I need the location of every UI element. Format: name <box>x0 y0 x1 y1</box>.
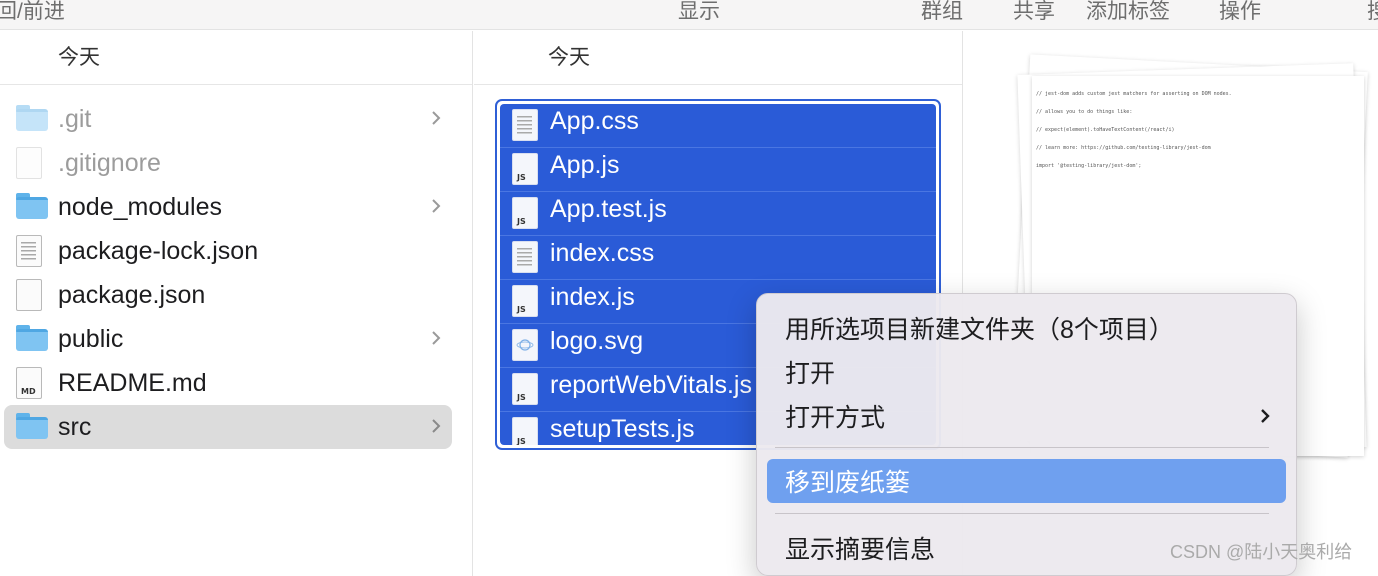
item-name: App.test.js <box>550 195 667 223</box>
list-item-gitignore[interactable]: .gitignore <box>4 141 452 185</box>
share-button[interactable]: 共享 <box>1013 0 1055 24</box>
file-icon <box>16 147 42 179</box>
display-button[interactable]: 显示 <box>678 0 720 24</box>
item-name: .gitignore <box>58 148 161 177</box>
chevron-right-icon <box>432 111 441 125</box>
preview-code: // jest-dom adds custom jest matchers fo… <box>1036 79 1232 181</box>
menu-item-label: 打开方式 <box>785 404 886 432</box>
menu-item-label: 显示摘要信息 <box>785 536 936 564</box>
menu-item-label: 用所选项目新建文件夹（8个项目） <box>785 316 1174 344</box>
list-item-git[interactable]: .git <box>4 97 452 141</box>
column-header-label: 今天 <box>548 46 590 69</box>
list-item-app-css[interactable]: App.css <box>500 104 936 148</box>
item-name: App.css <box>550 107 639 135</box>
js-file-icon: JS <box>512 417 538 445</box>
menu-item-open-with[interactable]: 打开方式 <box>767 394 1286 438</box>
item-name: public <box>58 324 124 353</box>
list-item-app-js[interactable]: JS App.js <box>500 148 936 192</box>
menu-item-move-to-trash[interactable]: 移到废纸篓 <box>767 459 1286 503</box>
search-button[interactable]: 搜 <box>1367 0 1378 24</box>
item-name: .git <box>58 104 92 133</box>
context-menu: 用所选项目新建文件夹（8个项目） 打开 打开方式 移到废纸篓 显示摘要信息 <box>756 293 1297 576</box>
column-header: 今天 <box>0 31 472 85</box>
markdown-file-icon: MD <box>16 367 42 399</box>
js-file-icon: JS <box>512 153 538 185</box>
list-item-package-lock[interactable]: package-lock.json <box>4 229 452 273</box>
code-line: // learn more: https://github.com/testin… <box>1036 145 1211 151</box>
list-item-src[interactable]: src <box>4 405 452 449</box>
item-name: package-lock.json <box>58 236 259 265</box>
project-column: 今天 .git .gitignore node_modules package-… <box>0 31 473 576</box>
add-tags-button[interactable]: 添加标签 <box>1086 0 1170 24</box>
item-name: README.md <box>58 368 207 397</box>
item-name: App.js <box>550 151 620 179</box>
chevron-right-icon <box>432 199 441 213</box>
item-name: index.js <box>550 283 635 311</box>
list-item-public[interactable]: public <box>4 317 452 361</box>
list-item-index-css[interactable]: index.css <box>500 236 936 280</box>
item-name: node_modules <box>58 192 223 221</box>
css-file-icon <box>512 109 538 141</box>
folder-icon <box>16 191 48 219</box>
item-name: package.json <box>58 280 206 309</box>
js-file-icon: JS <box>512 197 538 229</box>
chevron-right-icon <box>1261 409 1270 423</box>
chevron-right-icon <box>432 331 441 345</box>
code-line: // expect(element).toHaveTextContent(/re… <box>1036 127 1175 133</box>
item-name: reportWebVitals.js <box>550 371 752 399</box>
menu-item-label: 打开 <box>785 360 836 388</box>
folder-icon <box>16 103 48 131</box>
code-line: // allows you to do things like: <box>1036 109 1133 115</box>
folder-icon <box>16 323 48 351</box>
json-file-icon <box>16 235 42 267</box>
column-header: 今天 <box>474 31 962 85</box>
js-file-icon: JS <box>512 373 538 405</box>
back-forward-label[interactable]: 回/前进 <box>0 0 65 24</box>
list-item-app-test-js[interactable]: JS App.test.js <box>500 192 936 236</box>
menu-item-new-folder-with-selection[interactable]: 用所选项目新建文件夹（8个项目） <box>767 306 1286 350</box>
folder-icon <box>16 411 48 439</box>
js-file-icon: JS <box>512 285 538 317</box>
chevron-right-icon <box>432 419 441 433</box>
finder-toolbar: 回/前进 显示 群组 共享 添加标签 操作 搜 <box>0 0 1378 30</box>
menu-item-label: 移到废纸篓 <box>785 469 911 497</box>
item-name: logo.svg <box>550 327 644 355</box>
list-item-package-json[interactable]: package.json <box>4 273 452 317</box>
code-line: // jest-dom adds custom jest matchers fo… <box>1036 91 1232 97</box>
menu-item-open[interactable]: 打开 <box>767 350 1286 394</box>
css-file-icon <box>512 241 538 273</box>
json-file-icon <box>16 279 42 311</box>
code-line: import '@testing-library/jest-dom'; <box>1036 163 1142 169</box>
watermark: CSDN @陆小天奥利给 <box>1170 542 1353 562</box>
group-button[interactable]: 群组 <box>921 0 963 24</box>
item-name: src <box>58 412 92 441</box>
list-item-node-modules[interactable]: node_modules <box>4 185 452 229</box>
actions-button[interactable]: 操作 <box>1219 0 1261 24</box>
svg-file-icon <box>512 329 538 361</box>
item-name: setupTests.js <box>550 415 695 443</box>
column-header-label: 今天 <box>58 46 100 69</box>
list-item-readme[interactable]: MD README.md <box>4 361 452 405</box>
item-name: index.css <box>550 239 655 267</box>
menu-separator <box>775 513 1269 514</box>
menu-separator <box>775 447 1269 448</box>
